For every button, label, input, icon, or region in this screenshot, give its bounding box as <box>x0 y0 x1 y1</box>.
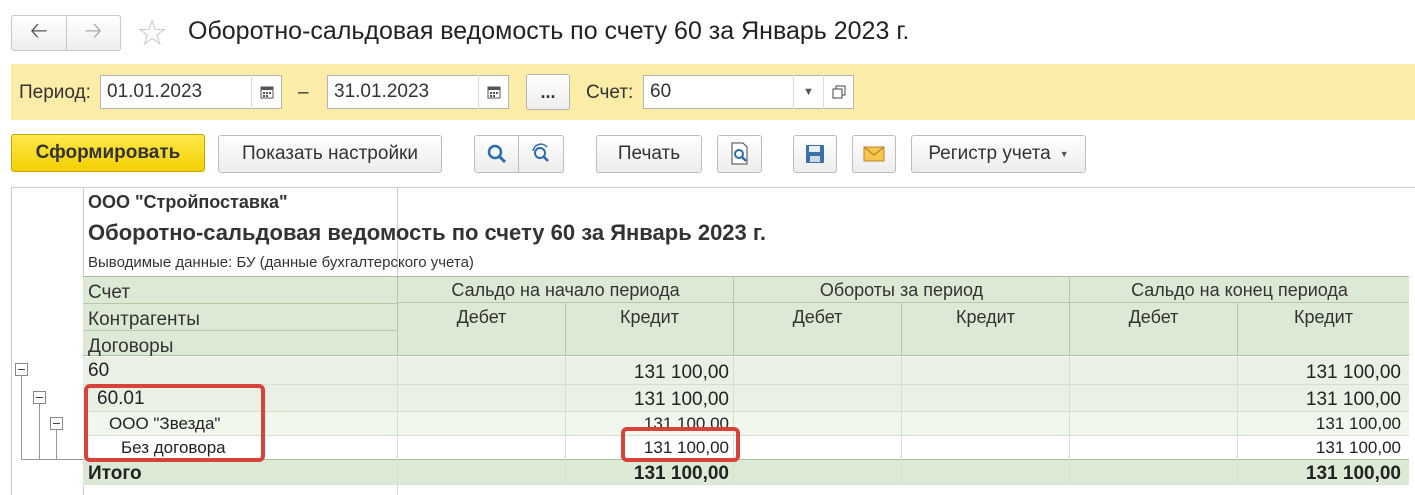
chevron-down-icon: ▼ <box>803 86 814 98</box>
print-preview-icon <box>731 142 747 165</box>
date-to-value: 31.01.2023 <box>334 81 430 102</box>
total-label: Итого <box>88 463 142 484</box>
show-settings-button[interactable]: Показать настройки <box>218 135 442 173</box>
tree-line <box>21 376 22 460</box>
search-refresh-icon <box>532 143 549 162</box>
period-label: Период: <box>19 82 91 103</box>
header-closing-debit: Дебет <box>1128 307 1179 327</box>
generate-button[interactable]: Сформировать <box>11 134 205 172</box>
header-contractors: Контрагенты <box>88 309 200 330</box>
table-row[interactable] <box>83 357 1409 384</box>
header-closing-balance: Сальдо на конец периода <box>1131 280 1348 300</box>
header-opening-debit: Дебет <box>456 307 507 327</box>
chevron-down-icon: ▼ <box>1059 149 1069 159</box>
calendar-icon <box>260 86 274 99</box>
header-turnover-credit: Кредит <box>956 307 1015 327</box>
navigation-buttons: 🡠 🡢 <box>11 15 121 51</box>
window-title: Оборотно-сальдовая ведомость по счету 60… <box>188 17 910 45</box>
row-divider <box>83 411 1409 412</box>
row-60-01-opening-credit: 131 100,00 <box>633 389 729 410</box>
back-button[interactable]: 🡠 <box>12 16 66 50</box>
date-from-calendar-button[interactable] <box>251 75 282 109</box>
header-turnover: Обороты за период <box>819 280 984 300</box>
calendar-icon <box>487 86 501 99</box>
row-account-60: 60 <box>88 360 110 381</box>
row-60-01-closing-credit: 131 100,00 <box>1305 389 1401 410</box>
register-dropdown-button[interactable]: Регистр учета ▼ <box>911 135 1086 173</box>
column-divider <box>1069 356 1070 485</box>
header-closing-credit: Кредит <box>1294 307 1353 327</box>
table-row[interactable] <box>83 436 1409 459</box>
column-divider <box>901 356 902 485</box>
column-divider <box>733 356 734 485</box>
collapse-toggle-icon[interactable] <box>15 363 28 376</box>
header-opening-balance: Сальдо на начало периода <box>451 280 680 300</box>
organization-name: ООО "Стройпоставка" <box>88 192 288 212</box>
period-dash: – <box>298 82 309 103</box>
date-to-calendar-button[interactable] <box>478 75 509 109</box>
header-contracts: Договоры <box>88 336 174 357</box>
row-60-opening-credit: 131 100,00 <box>633 362 729 383</box>
collapse-toggle-icon[interactable] <box>33 391 46 404</box>
highlight-rectangle <box>84 384 265 462</box>
header-divider <box>83 303 397 304</box>
tree-line <box>21 459 83 460</box>
arrow-left-icon: 🡠 <box>29 18 48 43</box>
row-zvezda-closing-credit: 131 100,00 <box>1315 414 1401 433</box>
search-refresh-button[interactable] <box>518 135 564 173</box>
forward-button[interactable]: 🡢 <box>65 16 121 50</box>
search-button[interactable] <box>474 135 519 173</box>
header-opening-credit: Кредит <box>620 307 679 327</box>
tree-line <box>39 404 40 460</box>
account-label: Счет: <box>586 82 634 103</box>
tree-line <box>56 430 57 460</box>
register-label: Регистр учета <box>928 143 1051 164</box>
header-turnover-debit: Дебет <box>792 307 843 327</box>
envelope-icon <box>863 146 885 162</box>
print-button[interactable]: Печать <box>596 135 702 173</box>
print-preview-button[interactable] <box>717 135 762 173</box>
floppy-disk-icon <box>806 145 824 163</box>
total-closing-credit: 131 100,00 <box>1305 463 1401 484</box>
favorite-star-icon[interactable]: ☆ <box>136 14 168 52</box>
row-divider <box>83 384 1409 385</box>
total-opening-credit: 131 100,00 <box>633 463 729 484</box>
account-value: 60 <box>650 81 672 102</box>
report-title: Оборотно-сальдовая ведомость по счету 60… <box>88 220 766 245</box>
period-select-button[interactable]: ... <box>526 74 570 110</box>
account-open-button[interactable] <box>823 75 854 109</box>
column-divider <box>397 356 398 495</box>
table-row[interactable] <box>83 385 1409 411</box>
account-dropdown-button[interactable]: ▼ <box>793 75 823 109</box>
send-email-button[interactable] <box>852 135 896 173</box>
open-window-icon <box>832 85 846 99</box>
total-row <box>83 459 1409 485</box>
table-row[interactable] <box>83 412 1409 435</box>
search-icon <box>487 144 506 164</box>
header-divider <box>397 302 1409 303</box>
row-contract-closing-credit: 131 100,00 <box>1315 438 1401 457</box>
header-account: Счет <box>88 282 131 303</box>
collapse-toggle-icon[interactable] <box>50 417 63 430</box>
row-divider <box>83 435 1409 436</box>
highlight-rectangle <box>621 427 740 462</box>
report-note: Выводимые данные: БУ (данные бухгалтерск… <box>88 254 474 271</box>
date-from-value: 01.01.2023 <box>107 81 203 102</box>
row-60-closing-credit: 131 100,00 <box>1305 362 1401 383</box>
save-button[interactable] <box>793 135 837 173</box>
arrow-right-icon: 🡢 <box>84 18 103 43</box>
